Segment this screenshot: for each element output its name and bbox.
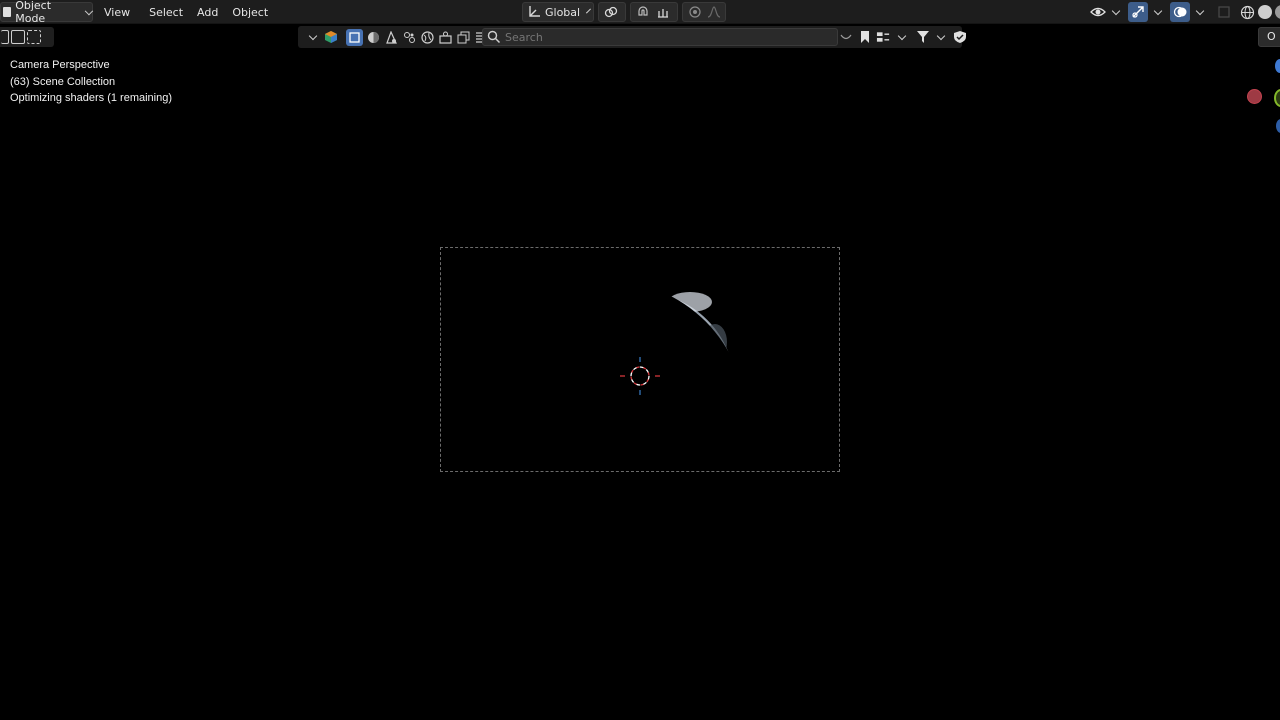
proportional-edit-controls[interactable]: [682, 2, 726, 22]
menu-add[interactable]: Add: [189, 6, 224, 19]
gizmo-z-axis-icon[interactable]: [1275, 59, 1280, 73]
xray-icon[interactable]: [1216, 4, 1232, 20]
view-name-text: Camera Perspective: [10, 59, 110, 71]
mode-label: Object Mode: [15, 0, 52, 25]
transform-orientation-select[interactable]: Global: [522, 2, 594, 22]
viewport-scene[interactable]: [440, 247, 840, 472]
mesh-filter-icon[interactable]: [346, 28, 363, 46]
chevron-down-icon[interactable]: [1111, 6, 1121, 15]
chevron-down-icon: [586, 8, 592, 13]
bookmark-icon[interactable]: [857, 30, 872, 45]
header-menu: View Select Add Object: [98, 0, 274, 24]
transform-orientation-icon: [527, 4, 541, 20]
gizmo-toggle-icon[interactable]: [1128, 2, 1148, 22]
select-extend-icon[interactable]: [11, 30, 25, 44]
snap-magnet-icon: [635, 4, 651, 20]
select-mode-toolbar: [0, 27, 54, 47]
filter-icon[interactable]: [915, 30, 930, 45]
light-filter-icon[interactable]: [384, 30, 399, 45]
pivot-link-icon: [603, 4, 619, 20]
sphere-filter-icon[interactable]: [366, 30, 381, 45]
display-mode-icon[interactable]: [876, 30, 891, 45]
select-new-icon[interactable]: [1, 30, 9, 44]
planet-crescent: [545, 292, 735, 472]
viewport-info-overlay: Camera Perspective (63) Scene Collection…: [10, 57, 172, 107]
snap-target-icon: [655, 4, 671, 20]
image-filter-icon[interactable]: [456, 30, 471, 45]
shader-status-text: Optimizing shaders (1 remaining): [10, 92, 173, 104]
transform-orientation-label: Global: [545, 5, 581, 19]
solid-shading-icon[interactable]: [1258, 5, 1272, 19]
menu-view[interactable]: View: [98, 6, 136, 19]
menu-object[interactable]: Object: [224, 6, 274, 19]
gizmo-neg-z-axis-icon[interactable]: [1276, 119, 1280, 133]
viewport-header: Object Mode View Select Add Object Globa…: [0, 0, 1280, 25]
outliner-right-controls: [838, 28, 967, 46]
visibility-eye-icon[interactable]: [1090, 4, 1106, 20]
outliner-search-field[interactable]: [482, 28, 838, 46]
object-mode-cube-icon: [3, 7, 12, 17]
material-shading-icon[interactable]: [1275, 5, 1280, 19]
camera-filter-icon[interactable]: [438, 30, 453, 45]
chevron-down-icon[interactable]: [936, 31, 946, 40]
gizmo-y-axis-icon[interactable]: [1274, 89, 1280, 107]
object-type-icon[interactable]: [323, 30, 338, 45]
search-input[interactable]: [505, 30, 837, 44]
chevron-down-icon[interactable]: [1195, 6, 1205, 15]
particles-filter-icon[interactable]: [402, 30, 417, 45]
overlay-toggle-icon[interactable]: [1170, 2, 1190, 22]
mode-selector[interactable]: Object Mode: [0, 0, 94, 25]
wireframe-shading-icon[interactable]: [1239, 4, 1255, 20]
chevron-down-icon[interactable]: [1153, 6, 1163, 15]
sidebar-edge-button[interactable]: O: [1258, 27, 1280, 47]
falloff-curve-icon: [706, 4, 721, 20]
transform-controls: Global: [522, 2, 726, 22]
chevron-down-icon[interactable]: [308, 31, 318, 40]
shield-icon[interactable]: [952, 30, 967, 45]
filter-chevron-icon[interactable]: [838, 30, 853, 45]
snap-controls[interactable]: [630, 2, 678, 22]
chevron-down-icon: [85, 6, 94, 15]
pivot-point-select[interactable]: [598, 2, 626, 22]
chevron-down-icon[interactable]: [897, 31, 907, 40]
search-icon: [487, 30, 501, 47]
proportional-edit-icon: [687, 4, 702, 20]
select-subtract-icon[interactable]: [27, 30, 41, 44]
world-filter-icon[interactable]: [420, 30, 435, 45]
collection-text: (63) Scene Collection: [10, 75, 116, 88]
menu-select[interactable]: Select: [136, 6, 189, 19]
gizmo-x-axis-icon[interactable]: [1247, 89, 1262, 104]
viewport-display-controls: [1090, 2, 1280, 22]
